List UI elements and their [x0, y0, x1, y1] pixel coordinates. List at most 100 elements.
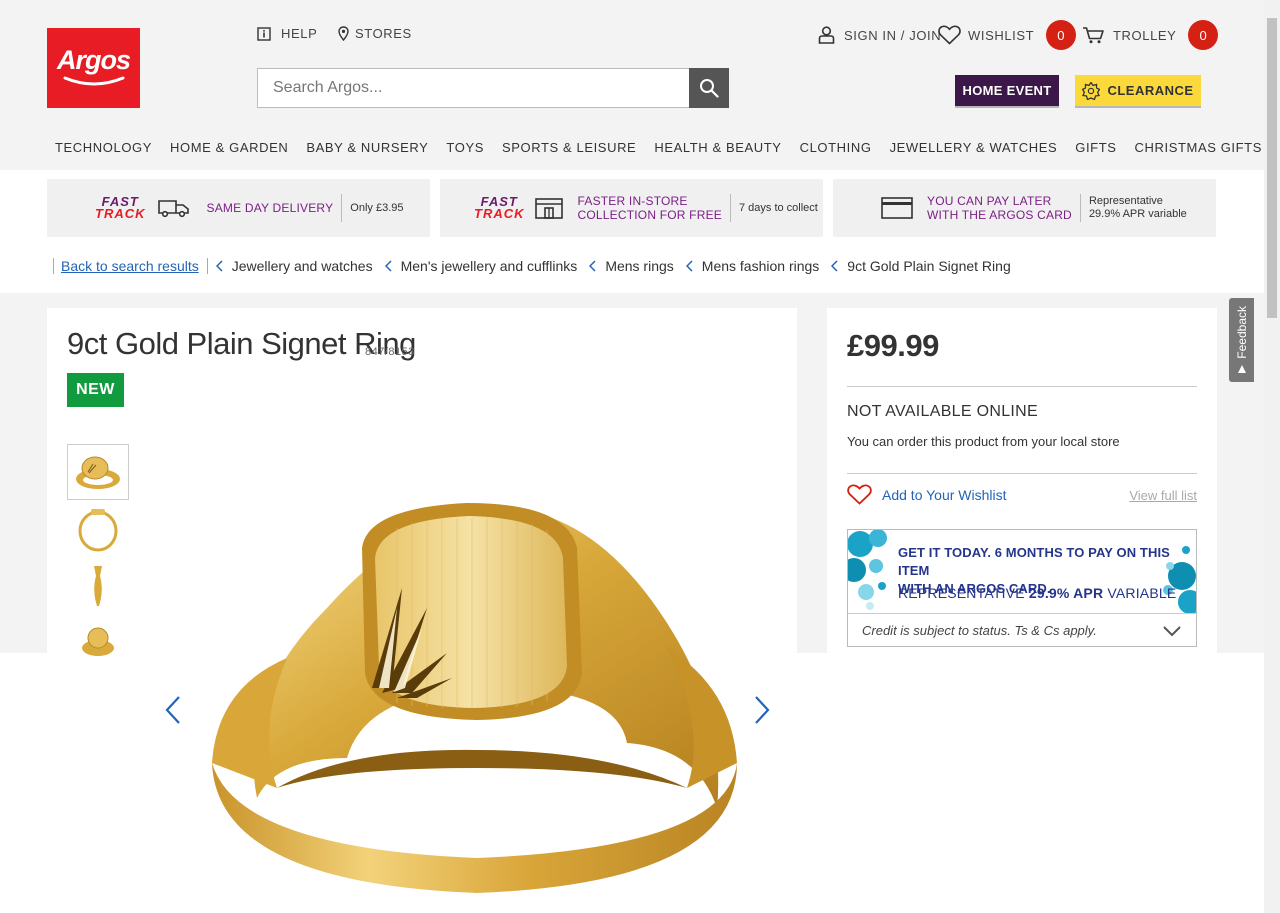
stores-label: STORES	[355, 26, 412, 41]
page-background	[0, 653, 47, 913]
add-to-wishlist-label: Add to Your Wishlist	[882, 486, 1007, 503]
collection-title: FASTER IN-STORE COLLECTION FOR FREE	[578, 194, 722, 222]
info-icon	[257, 26, 271, 41]
credit-card-icon	[881, 197, 913, 219]
argos-logo[interactable]: Argos	[47, 28, 140, 108]
product-main-image	[212, 503, 737, 893]
collection-title-line2: COLLECTION FOR FREE	[577, 208, 722, 222]
paylater-note-line1: Representative	[1088, 195, 1163, 207]
view-full-list-link[interactable]: View full list	[1129, 488, 1197, 503]
wishlist-label: WISHLIST	[968, 27, 1035, 43]
nav-item-christmas-gifts[interactable]: CHRISTMAS GIFTS	[1135, 140, 1262, 155]
chevron-left-icon	[165, 696, 180, 724]
thumbnail-1[interactable]	[67, 444, 129, 500]
search-input[interactable]	[257, 68, 689, 108]
argos-card-promo[interactable]: GET IT TODAY. 6 MONTHS TO PAY ON THIS IT…	[847, 529, 1197, 647]
home-event-button[interactable]: HOME EVENT	[955, 75, 1059, 106]
ring-thumbnail-image	[94, 566, 102, 606]
chevron-left-icon	[685, 260, 693, 272]
catalogue-number: 847/8153	[365, 346, 415, 358]
trolley-label: TROLLEY	[1113, 27, 1177, 43]
benefit-instore-collection[interactable]: FAST TRACK FASTER IN-STORE COLLECTION FOR …	[440, 179, 823, 237]
stores-link[interactable]: STORES	[338, 26, 412, 41]
thumbnail-3[interactable]	[67, 558, 129, 614]
heart-icon	[938, 25, 961, 45]
search-button[interactable]	[689, 68, 729, 108]
help-link[interactable]: HELP	[257, 26, 317, 41]
promo-terms-toggle[interactable]: Credit is subject to status. Ts & Cs app…	[848, 614, 1196, 647]
clearance-label: CLEARANCE	[1107, 83, 1194, 98]
signin-link[interactable]: SIGN IN / JOIN	[818, 26, 941, 44]
wishlist-count-badge: 0	[1046, 20, 1077, 50]
promo-variable-label: VARIABLE	[1107, 585, 1177, 601]
benefit-pay-later[interactable]: YOU CAN PAY LATER WITH THE ARGOS CARD Rep…	[833, 179, 1216, 237]
benefit-same-day-delivery[interactable]: FAST TRACK SAME DAY DELIVERY Only £3.95	[47, 179, 430, 237]
location-pin-icon	[338, 26, 349, 41]
fast-track-line2: TRACK	[95, 206, 146, 221]
paylater-title-line1: YOU CAN PAY LATER	[927, 194, 1052, 208]
purchase-panel: £99.99 NOT AVAILABLE ONLINE You can orde…	[827, 308, 1217, 913]
paylater-title: YOU CAN PAY LATER WITH THE ARGOS CARD	[927, 194, 1072, 222]
carousel-prev-button[interactable]	[161, 693, 185, 727]
paylater-title-line2: WITH THE ARGOS CARD	[927, 208, 1072, 222]
product-panel: 9ct Gold Plain Signet Ring 847/8153 NEW	[47, 308, 797, 913]
breadcrumb-label: 9ct Gold Plain Signet Ring	[847, 258, 1011, 274]
breadcrumb-item[interactable]: Men's jewellery and cufflinks	[384, 258, 577, 274]
product-title: 9ct Gold Plain Signet Ring	[67, 326, 416, 361]
back-to-search-link[interactable]: Back to search results	[53, 258, 208, 274]
trolley-icon	[1083, 27, 1104, 44]
nav-item-health-beauty[interactable]: HEALTH & BEAUTY	[654, 140, 781, 155]
nav-item-gifts[interactable]: GIFTS	[1075, 140, 1116, 155]
site-header: Argos HELP STORES SIGN IN / JOIN WISHLIS…	[0, 0, 1264, 170]
collection-note: 7 days to collect	[738, 201, 818, 214]
availability-note: You can order this product from your loc…	[847, 434, 1120, 449]
nav-item-baby-nursery[interactable]: BABY & NURSERY	[306, 140, 428, 155]
ring-thumbnail-image	[82, 627, 114, 656]
trolley-link[interactable]: TROLLEY 0	[1082, 20, 1219, 50]
delivery-note: Only £3.95	[350, 201, 404, 214]
paylater-note-line2: 29.9% APR variable	[1088, 208, 1187, 220]
promo-apr-value: 29.9% APR	[1028, 585, 1104, 601]
nav-item-technology[interactable]: TECHNOLOGY	[55, 140, 152, 155]
delivery-title: SAME DAY DELIVERY	[206, 201, 334, 215]
nav-item-clothing[interactable]: CLOTHING	[800, 140, 872, 155]
benefit-divider	[341, 194, 343, 222]
promo-banner: GET IT TODAY. 6 MONTHS TO PAY ON THIS IT…	[848, 530, 1196, 614]
breadcrumb-label: Mens rings	[605, 258, 674, 274]
promo-apr: REPRESENTATIVE 29.9% APR VARIABLE	[898, 585, 1176, 601]
divider	[847, 386, 1197, 387]
wishlist-link[interactable]: WISHLIST 0	[938, 20, 1077, 50]
trolley-count-badge: 0	[1188, 20, 1219, 50]
new-badge: NEW	[67, 373, 124, 407]
feedback-tab[interactable]: Feedback	[1229, 298, 1254, 382]
promo-rep-label: REPRESENTATIVE	[898, 585, 1025, 601]
logo-swoosh-icon	[63, 76, 124, 85]
nav-item-jewellery-watches[interactable]: JEWELLERY & WATCHES	[890, 140, 1058, 155]
nav-item-toys[interactable]: TOYS	[446, 140, 484, 155]
user-icon	[818, 26, 835, 44]
scrollbar-thumb[interactable]	[1267, 18, 1277, 318]
heart-icon	[847, 484, 872, 505]
breadcrumb-label: Mens fashion rings	[701, 258, 820, 274]
page-scrollbar[interactable]	[1264, 0, 1280, 913]
thumbnail-4[interactable]	[67, 613, 129, 669]
search-icon	[700, 79, 719, 98]
benefit-divider	[1079, 194, 1081, 222]
breadcrumb-item[interactable]: Mens fashion rings	[685, 258, 820, 274]
promo-terms: Credit is subject to status. Ts & Cs app…	[862, 623, 1097, 638]
ring-thumbnail-image	[78, 509, 118, 552]
store-icon	[534, 198, 563, 219]
breadcrumb: Back to search results Jewellery and wat…	[53, 254, 1023, 278]
add-to-wishlist-button[interactable]: Add to Your Wishlist	[847, 484, 1007, 505]
nav-item-sports-leisure[interactable]: SPORTS & LEISURE	[502, 140, 636, 155]
product-price: £99.99	[847, 328, 939, 363]
breadcrumb-item[interactable]: Jewellery and watches	[215, 258, 373, 274]
clearance-button[interactable]: CLEARANCE	[1075, 75, 1201, 106]
carousel-next-button[interactable]	[750, 693, 774, 727]
nav-item-home-garden[interactable]: HOME & GARDEN	[170, 140, 288, 155]
thumbnail-2[interactable]	[67, 501, 129, 557]
breadcrumb-item[interactable]: Mens rings	[589, 258, 674, 274]
chevron-down-icon	[1163, 625, 1181, 636]
triangle-up-icon	[1237, 364, 1246, 373]
ring-thumbnail-image	[76, 456, 120, 489]
